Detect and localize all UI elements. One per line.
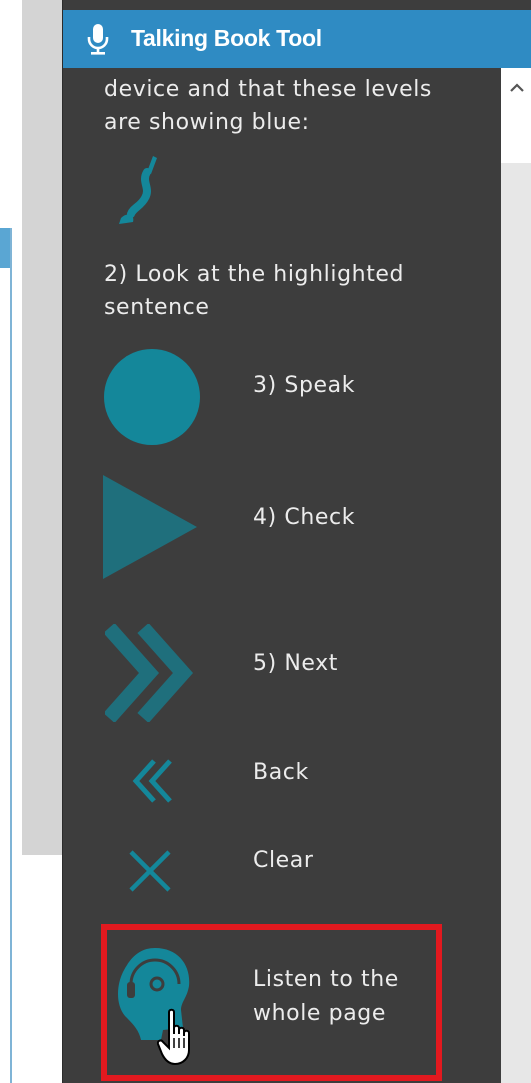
microphone-icon xyxy=(87,24,109,55)
double-chevron-right-icon[interactable] xyxy=(105,624,195,722)
document-frame xyxy=(10,228,22,1083)
vertical-scrollbar[interactable] xyxy=(501,68,531,1083)
play-triangle-icon[interactable] xyxy=(103,475,198,580)
back-label[interactable]: Back xyxy=(253,760,309,785)
step-2-text: 2) Look at the highlighted sentence xyxy=(104,262,405,320)
instruction-text: device and that these levels are showing… xyxy=(104,77,432,135)
highlight-annotation xyxy=(101,924,442,1081)
close-x-icon[interactable] xyxy=(127,848,173,894)
audio-cable-icon xyxy=(119,156,157,224)
document-selection-marker xyxy=(0,228,10,268)
double-chevron-left-icon[interactable] xyxy=(128,757,178,805)
record-circle-icon[interactable] xyxy=(103,348,201,446)
pane-title: Talking Book Tool xyxy=(131,25,322,51)
clear-label[interactable]: Clear xyxy=(253,848,314,873)
document-gutter xyxy=(22,0,62,855)
chevron-up-icon xyxy=(509,83,524,92)
pane-header: Talking Book Tool xyxy=(63,10,531,68)
scroll-track[interactable] xyxy=(501,163,531,1083)
scroll-up-button[interactable] xyxy=(501,68,531,108)
talking-book-pane: Talking Book Tool device and that these … xyxy=(62,0,531,1083)
check-label[interactable]: 4) Check xyxy=(253,505,355,530)
speak-label[interactable]: 3) Speak xyxy=(253,373,355,398)
next-label[interactable]: 5) Next xyxy=(253,651,338,676)
document-area xyxy=(0,0,62,1083)
